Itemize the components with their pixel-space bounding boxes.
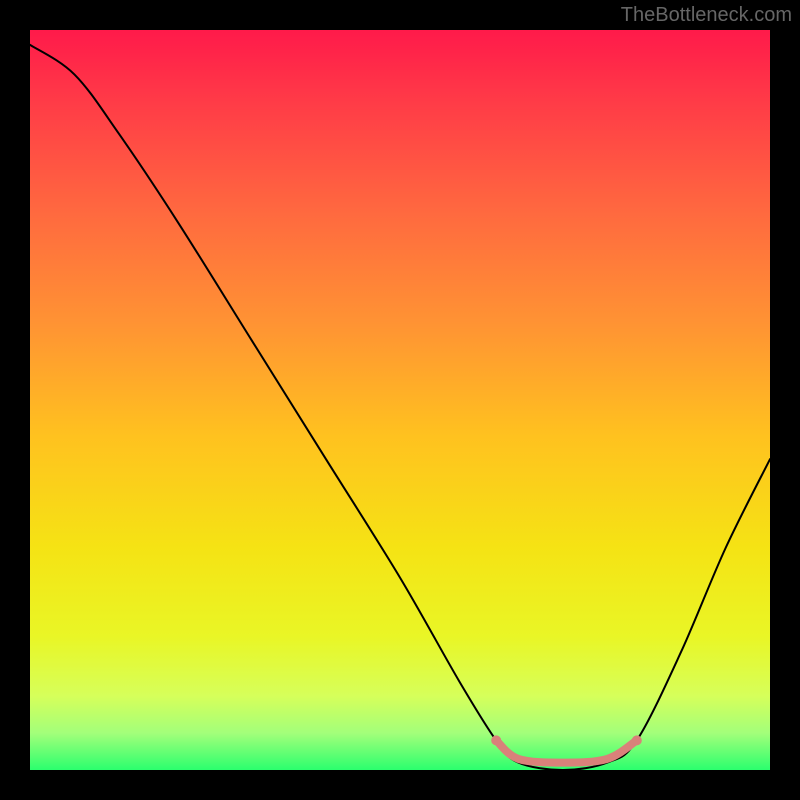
optimal-left-endpoint <box>491 735 501 745</box>
bottleneck-chart <box>30 30 770 770</box>
gradient-background <box>30 30 770 770</box>
attribution-label: TheBottleneck.com <box>621 4 792 27</box>
chart-stage: TheBottleneck.com <box>0 0 800 800</box>
optimal-right-endpoint <box>632 735 642 745</box>
